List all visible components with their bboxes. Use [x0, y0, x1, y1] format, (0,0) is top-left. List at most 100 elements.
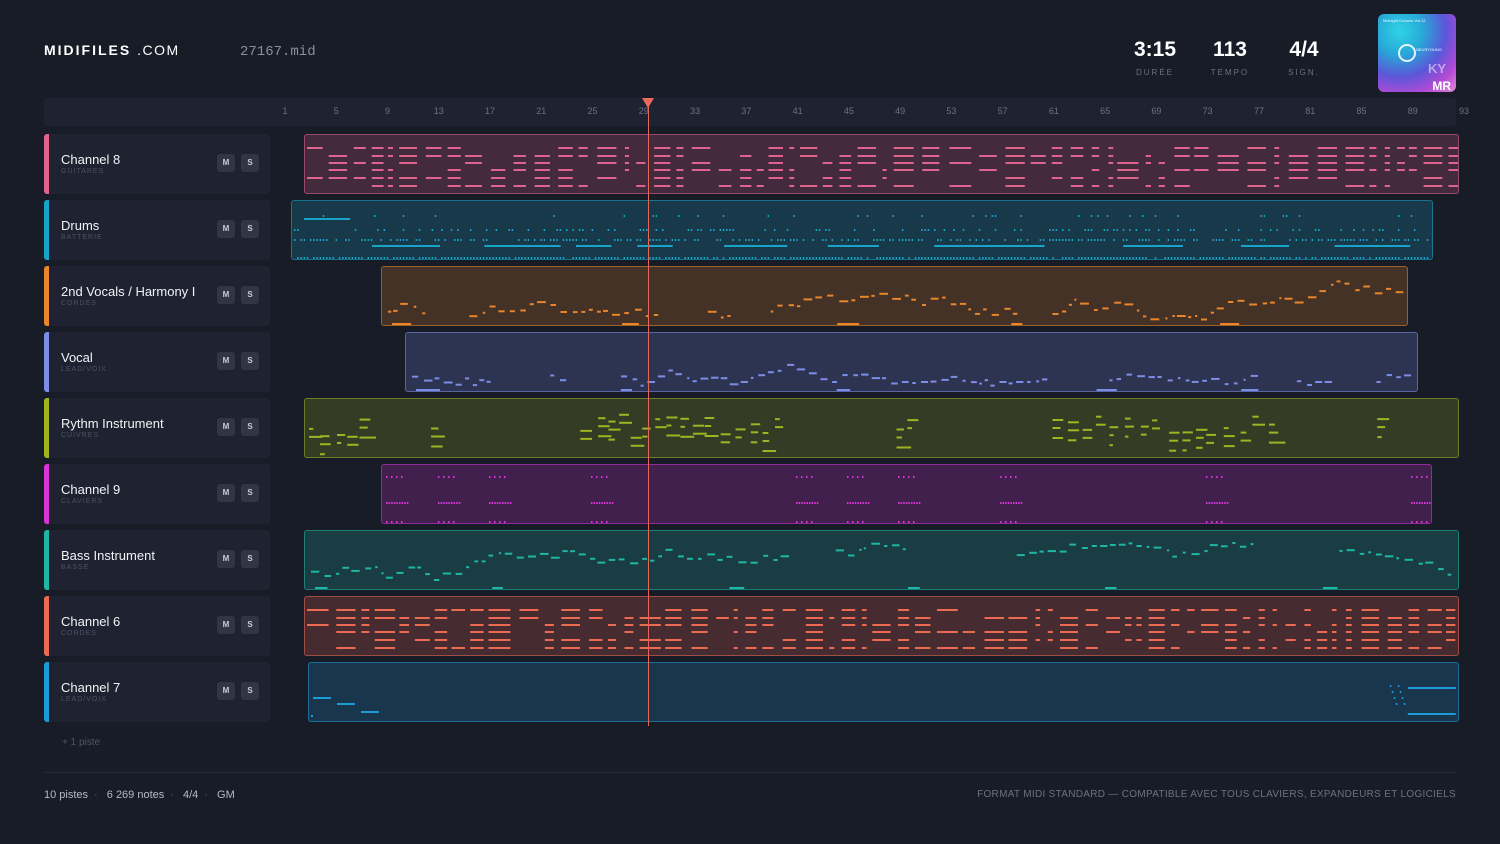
- solo-button[interactable]: S: [241, 352, 259, 370]
- mute-button[interactable]: M: [217, 220, 235, 238]
- note: [853, 374, 859, 377]
- note: [1201, 631, 1219, 633]
- track-header[interactable]: 2nd Vocals / Harmony I CORDES M S: [44, 266, 270, 326]
- track-region[interactable]: [291, 200, 1434, 260]
- solo-button[interactable]: S: [241, 220, 259, 238]
- note: [1097, 389, 1118, 391]
- note: [601, 476, 603, 478]
- note: [404, 502, 406, 504]
- track-header[interactable]: Drums BATTERIE M S: [44, 200, 270, 260]
- track-region[interactable]: [304, 134, 1459, 194]
- note: [751, 376, 754, 379]
- note: [768, 215, 770, 217]
- note: [328, 162, 348, 164]
- note: [758, 239, 760, 241]
- track-header[interactable]: Channel 9 CLAVIERS M S: [44, 464, 270, 524]
- note: [723, 215, 725, 217]
- track-header[interactable]: Vocal LEAD/VOIX M S: [44, 332, 270, 392]
- note: [619, 413, 630, 416]
- mute-button[interactable]: M: [217, 616, 235, 634]
- note: [365, 567, 372, 570]
- track-region[interactable]: [381, 464, 1432, 524]
- track-region[interactable]: [308, 662, 1459, 722]
- track-header[interactable]: Channel 8 GUITARES M S: [44, 134, 270, 194]
- note: [636, 162, 646, 164]
- note-lane: [294, 215, 1429, 259]
- solo-button[interactable]: S: [241, 154, 259, 172]
- note: [872, 377, 881, 380]
- track-header[interactable]: Bass Instrument BASSE M S: [44, 530, 270, 590]
- note: [1146, 545, 1150, 548]
- note: [579, 257, 581, 259]
- note: [832, 381, 838, 383]
- track-region[interactable]: [304, 530, 1459, 590]
- mute-button[interactable]: M: [217, 352, 235, 370]
- solo-button[interactable]: S: [241, 484, 259, 502]
- note: [726, 229, 728, 231]
- mute-button[interactable]: M: [217, 154, 235, 172]
- solo-button[interactable]: S: [241, 418, 259, 436]
- note: [354, 177, 367, 179]
- track-region[interactable]: [304, 398, 1459, 458]
- note: [598, 417, 606, 420]
- note: [832, 257, 834, 259]
- solo-button[interactable]: S: [241, 682, 259, 700]
- note: [675, 373, 683, 376]
- note: [438, 476, 440, 478]
- note: [388, 310, 392, 313]
- mute-button[interactable]: M: [217, 550, 235, 568]
- note: [581, 310, 586, 313]
- note: [1308, 296, 1317, 299]
- note: [680, 435, 695, 438]
- note: [399, 147, 418, 149]
- note: [972, 257, 975, 259]
- more-tracks-link[interactable]: + 1 piste: [62, 737, 100, 748]
- note: [630, 257, 632, 259]
- solo-button[interactable]: S: [241, 550, 259, 568]
- note: [1125, 417, 1131, 420]
- note: [578, 155, 588, 157]
- note: [307, 609, 329, 611]
- note-lane: [311, 685, 1456, 717]
- mute-button[interactable]: M: [217, 418, 235, 436]
- note: [716, 257, 719, 259]
- mute-button[interactable]: M: [217, 484, 235, 502]
- track-header[interactable]: Channel 7 LEAD/VOIX M S: [44, 662, 270, 722]
- note: [354, 162, 367, 164]
- note: [641, 384, 645, 387]
- note: [1113, 257, 1116, 259]
- note: [676, 177, 684, 179]
- note: [740, 169, 752, 171]
- note: [1211, 377, 1221, 380]
- solo-button[interactable]: S: [241, 616, 259, 634]
- note: [465, 162, 483, 164]
- note: [622, 323, 640, 325]
- note: [456, 383, 463, 386]
- track-header[interactable]: Channel 6 CORDES M S: [44, 596, 270, 656]
- mute-button[interactable]: M: [217, 286, 235, 304]
- note: [1171, 257, 1173, 259]
- solo-button[interactable]: S: [241, 286, 259, 304]
- note: [1008, 617, 1028, 619]
- track-category: BATTERIE: [61, 234, 103, 241]
- track-region[interactable]: [304, 596, 1459, 656]
- mute-button[interactable]: M: [217, 682, 235, 700]
- note: [940, 239, 943, 241]
- playhead-handle-icon[interactable]: [641, 98, 654, 108]
- note: [1052, 419, 1064, 421]
- note: [928, 257, 930, 259]
- note: [589, 308, 593, 311]
- note: [675, 257, 677, 259]
- note: [1153, 546, 1162, 549]
- playhead[interactable]: [647, 104, 649, 726]
- site-logo[interactable]: MIDIFILES .COM: [44, 42, 180, 58]
- track-header[interactable]: Rythm Instrument CUIVRES M S: [44, 398, 270, 458]
- note: [707, 310, 717, 313]
- note: [1416, 476, 1418, 478]
- note: [903, 548, 906, 551]
- track-region[interactable]: [405, 332, 1418, 392]
- note: [639, 647, 662, 649]
- note: [837, 323, 860, 325]
- track-region[interactable]: [381, 266, 1408, 326]
- note: [741, 381, 749, 383]
